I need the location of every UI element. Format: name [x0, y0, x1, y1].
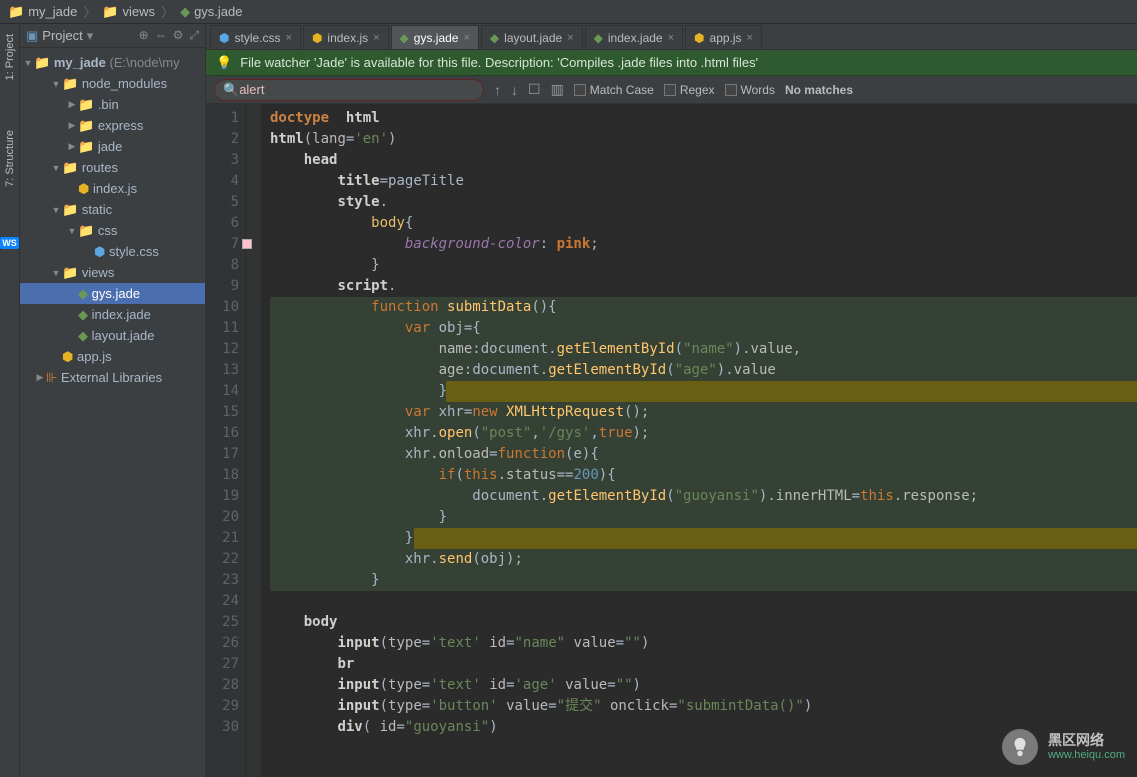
tab-app-js[interactable]: ⬢app.js×: [685, 25, 762, 49]
search-input-wrap[interactable]: 🔍: [214, 79, 484, 101]
ws-icon: WS: [0, 237, 19, 249]
tree-item-express[interactable]: ▶📁 express: [20, 115, 205, 136]
close-icon[interactable]: ×: [463, 32, 469, 44]
project-tree: ▼📁 my_jade (E:\node\my ▼📁 node_modules▶📁…: [20, 48, 205, 392]
gear-icon[interactable]: ⚙: [173, 28, 184, 43]
no-matches-label: No matches: [785, 83, 853, 97]
file-watcher-notice: 💡 File watcher 'Jade' is available for t…: [206, 50, 1137, 76]
export-icon[interactable]: ☐: [528, 81, 541, 98]
sidebar-title[interactable]: ▣ Project▾: [26, 28, 139, 44]
search-input[interactable]: [239, 82, 475, 97]
notice-text: File watcher 'Jade' is available for thi…: [240, 55, 758, 70]
tree-item-jade[interactable]: ▶📁 jade: [20, 136, 205, 157]
tab-layout-jade[interactable]: ◆layout.jade×: [481, 25, 583, 49]
structure-toolwindow-tab[interactable]: 7: Structure: [4, 130, 16, 187]
collapse-all-icon[interactable]: ⇔: [155, 28, 167, 43]
line-numbers: 1234567891011121314151617181920212223242…: [206, 104, 246, 777]
editor-area: ⬢style.css×⬢index.js×◆gys.jade×◆layout.j…: [206, 24, 1137, 777]
chevron-right-icon: 〉: [83, 2, 96, 21]
breadcrumb: 📁 my_jade 〉 📁 views 〉 ◆ gys.jade: [0, 0, 1137, 24]
tab-style-css[interactable]: ⬢style.css×: [210, 25, 301, 49]
tree-item-views[interactable]: ▼📁 views: [20, 262, 205, 283]
editor-tabs: ⬢style.css×⬢index.js×◆gys.jade×◆layout.j…: [206, 24, 1137, 50]
tree-item--bin[interactable]: ▶📁 .bin: [20, 94, 205, 115]
regex-checkbox[interactable]: Regex: [664, 83, 715, 97]
tree-item-style-css[interactable]: ⬢ style.css: [20, 241, 205, 262]
scroll-from-source-icon[interactable]: ⊕: [139, 28, 149, 43]
fold-gutter: [246, 104, 262, 777]
multiline-icon[interactable]: ▥: [551, 81, 564, 98]
tab-index-js[interactable]: ⬢index.js×: [303, 25, 389, 49]
bulb-icon: 💡: [216, 55, 232, 71]
tool-window-strip: 1: Project 7: Structure WS: [0, 24, 20, 777]
search-icon: 🔍: [223, 82, 239, 98]
tree-item-layout-jade[interactable]: ◆ layout.jade: [20, 325, 205, 346]
close-icon[interactable]: ×: [747, 32, 753, 44]
find-bar: 🔍 ↑ ↓ ☐ ▥ Match Case Regex Words No matc…: [206, 76, 1137, 104]
close-icon[interactable]: ×: [373, 32, 379, 44]
tree-item-routes[interactable]: ▼📁 routes: [20, 157, 205, 178]
tree-item-gys-jade[interactable]: ◆ gys.jade: [20, 283, 205, 304]
watermark-logo-icon: [1002, 729, 1038, 765]
tree-item-index-js[interactable]: ⬢ index.js: [20, 178, 205, 199]
watermark: 黑区网络 www.heiqu.com: [1002, 729, 1125, 765]
close-icon[interactable]: ×: [286, 32, 292, 44]
tab-index-jade[interactable]: ◆index.jade×: [585, 25, 683, 49]
next-match-icon[interactable]: ↓: [511, 82, 518, 98]
words-checkbox[interactable]: Words: [725, 83, 775, 97]
project-sidebar: ▣ Project▾ ⊕ ⇔ ⚙ ⤢ ▼📁 my_jade (E:\node\m…: [20, 24, 206, 777]
tree-item-css[interactable]: ▼📁 css: [20, 220, 205, 241]
hide-icon[interactable]: ⤢: [189, 28, 199, 43]
chevron-right-icon: 〉: [161, 2, 174, 21]
tree-item-static[interactable]: ▼📁 static: [20, 199, 205, 220]
tab-gys-jade[interactable]: ◆gys.jade×: [391, 25, 479, 49]
tree-item-app-js[interactable]: ⬢ app.js: [20, 346, 205, 367]
tree-item-node-modules[interactable]: ▼📁 node_modules: [20, 73, 205, 94]
breadcrumb-item[interactable]: ◆ gys.jade: [180, 4, 242, 20]
code-editor[interactable]: 1234567891011121314151617181920212223242…: [206, 104, 1137, 777]
prev-match-icon[interactable]: ↑: [494, 82, 501, 98]
match-case-checkbox[interactable]: Match Case: [574, 83, 654, 97]
tree-item-index-jade[interactable]: ◆ index.jade: [20, 304, 205, 325]
code-content[interactable]: doctype htmlhtml(lang='en') head title=p…: [262, 104, 1137, 777]
breadcrumb-item[interactable]: 📁 views: [102, 4, 155, 20]
sidebar-header: ▣ Project▾ ⊕ ⇔ ⚙ ⤢: [20, 24, 205, 48]
breadcrumb-item[interactable]: 📁 my_jade: [8, 4, 77, 20]
tree-item-external-libraries[interactable]: ▶⊪ External Libraries: [20, 367, 205, 388]
close-icon[interactable]: ×: [567, 32, 573, 44]
tree-root[interactable]: ▼📁 my_jade (E:\node\my: [20, 52, 205, 73]
close-icon[interactable]: ×: [668, 32, 674, 44]
project-toolwindow-tab[interactable]: 1: Project: [4, 34, 16, 80]
